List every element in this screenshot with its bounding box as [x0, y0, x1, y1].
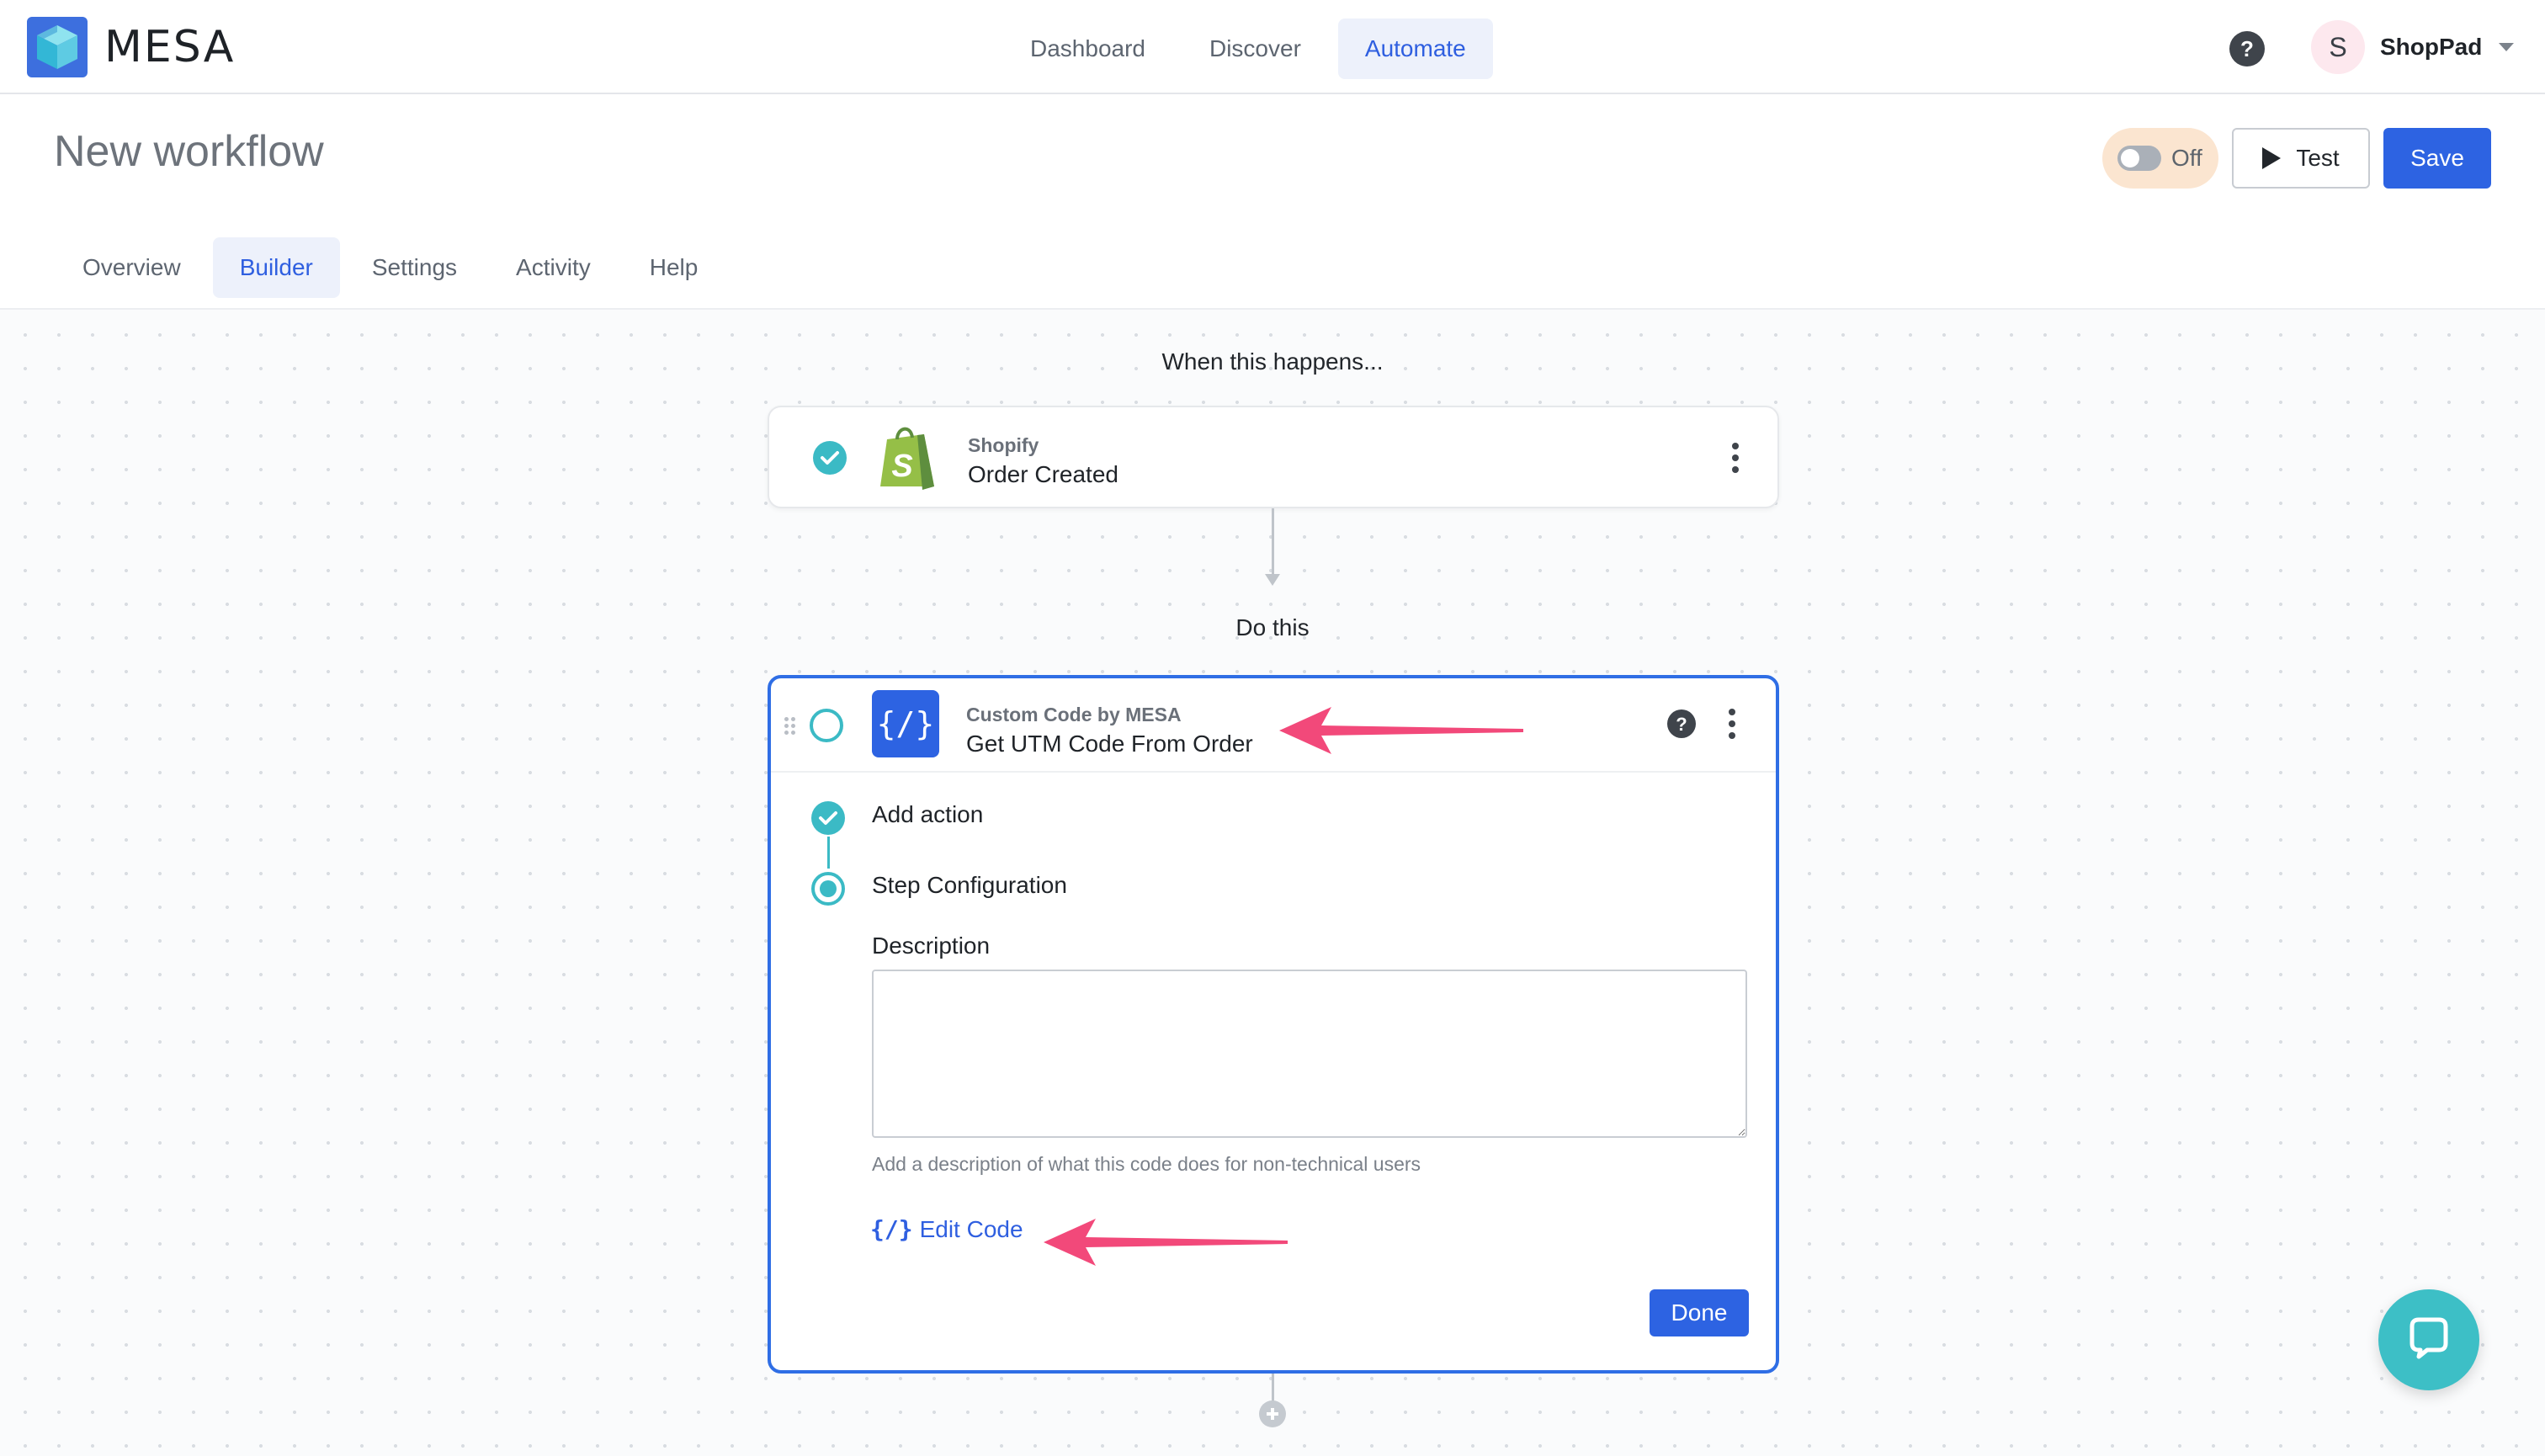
tab-builder[interactable]: Builder [212, 237, 340, 298]
tab-help[interactable]: Help [623, 237, 725, 298]
done-button[interactable]: Done [1650, 1289, 1749, 1336]
shopify-bag-icon: S [880, 427, 934, 490]
trigger-event-name: Order Created [968, 461, 1118, 487]
nav-automate[interactable]: Automate [1337, 19, 1493, 79]
action-step-name: Get UTM Code From Order [966, 731, 1253, 757]
tab-overview[interactable]: Overview [56, 237, 208, 298]
plus-icon[interactable] [1259, 1400, 1286, 1427]
logo-cube-icon [27, 17, 88, 77]
test-button-label: Test [2296, 145, 2340, 171]
svg-text:?: ? [1676, 714, 1687, 735]
annotation-arrow [1279, 707, 1523, 754]
svg-text:S: S [891, 449, 912, 484]
tab-settings[interactable]: Settings [345, 237, 484, 298]
annotation-arrow [1044, 1219, 1288, 1266]
test-button[interactable]: Test [2232, 128, 2370, 189]
edit-code-label: Edit Code [919, 1215, 1023, 1242]
action-section-label: Do this [1235, 614, 1310, 640]
page-title: New workflow [54, 127, 324, 176]
workflow-enable-toggle[interactable]: Off [2102, 128, 2218, 189]
toggle-knob [2121, 149, 2139, 167]
description-label: Description [872, 933, 991, 959]
code-icon: {/} [872, 690, 939, 757]
step-configuration[interactable]: Step Configuration [872, 872, 1067, 899]
chevron-down-icon [2499, 43, 2515, 51]
play-icon [2262, 147, 2282, 169]
check-icon [813, 441, 847, 475]
help-icon[interactable]: ? [1666, 709, 1697, 739]
card-header-divider [771, 771, 1776, 773]
kebab-menu-icon[interactable] [1730, 443, 1740, 480]
step-active-icon [811, 872, 845, 906]
workflow-tabs: Overview Builder Settings Activity Help [56, 237, 725, 298]
nav-dashboard[interactable]: Dashboard [1003, 19, 1172, 79]
drag-handle-icon[interactable] [784, 717, 796, 736]
trigger-card[interactable]: S Shopify Order Created [768, 406, 1779, 508]
flow-connector-line [1272, 1374, 1274, 1402]
main-nav: Dashboard Discover Automate [1003, 19, 1493, 79]
description-hint: Add a description of what this code does… [872, 1153, 1421, 1175]
logo[interactable]: MESA [27, 17, 235, 77]
step-connector [827, 837, 830, 869]
toggle-track [2117, 146, 2161, 171]
logo-text: MESA [104, 22, 236, 72]
account-name: ShopPad [2380, 34, 2483, 60]
trigger-app-name: Shopify [968, 434, 1039, 456]
code-icon: {/} [870, 1215, 913, 1243]
avatar: S [2311, 20, 2365, 74]
chat-launcher[interactable] [2378, 1289, 2479, 1390]
save-button[interactable]: Save [2383, 128, 2491, 189]
action-app-name: Custom Code by MESA [966, 704, 1182, 725]
account-menu[interactable]: S ShopPad [2311, 20, 2515, 74]
tab-activity[interactable]: Activity [489, 237, 618, 298]
edit-code-link[interactable]: {/} Edit Code [870, 1215, 1023, 1243]
flow-connector-arrow [1265, 574, 1280, 586]
step-add-action[interactable]: Add action [872, 801, 983, 828]
trigger-section-label: When this happens... [1161, 348, 1384, 375]
chat-icon [2410, 1317, 2448, 1359]
toggle-label: Off [2171, 145, 2202, 171]
svg-text:?: ? [2240, 36, 2254, 61]
check-icon [811, 801, 845, 835]
flow-connector-line [1272, 508, 1274, 577]
top-navbar: MESA Dashboard Discover Automate ? S Sho… [0, 0, 2545, 94]
description-textarea[interactable] [872, 970, 1747, 1138]
help-icon[interactable]: ? [2229, 30, 2266, 67]
nav-discover[interactable]: Discover [1182, 19, 1328, 79]
step-status-ring [810, 709, 843, 742]
kebab-menu-icon[interactable] [1727, 709, 1737, 746]
